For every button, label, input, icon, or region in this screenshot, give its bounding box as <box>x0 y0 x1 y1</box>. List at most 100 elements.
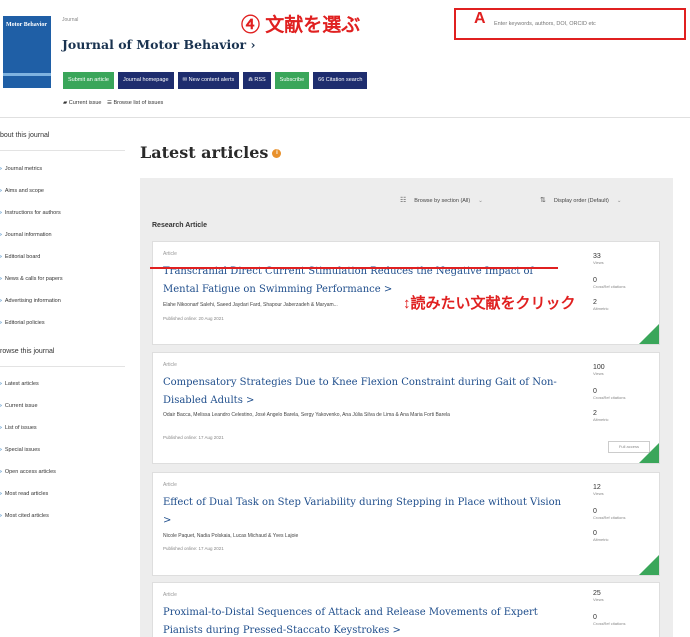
views-metric: 25 Views <box>593 590 653 602</box>
current-issue-link[interactable]: ▰ Current issue <box>63 100 101 106</box>
sort-icon: ⇅ <box>540 197 546 204</box>
journal-homepage-button[interactable]: Journal homepage <box>117 72 174 89</box>
display-order-select[interactable]: ⇅ Display order (Default) ⌄ <box>540 196 622 204</box>
sidebar-item-most-cited[interactable]: › Most cited articles <box>0 510 125 532</box>
about-journal-heading: bout this journal <box>0 132 50 139</box>
content-alerts-button[interactable]: ✉ New content alerts <box>177 72 240 89</box>
citation-search-button[interactable]: 66 Citation search <box>313 72 368 89</box>
views-label: Views <box>593 371 604 376</box>
journal-cover-image[interactable]: Motor Behavior <box>3 16 51 88</box>
views-metric: 12 Views <box>593 484 653 496</box>
crossref-metric: 0 CrossRef citations <box>593 277 653 289</box>
sidebar-item-label: Most read articles <box>4 491 49 497</box>
submit-article-button[interactable]: Submit an article <box>63 72 114 89</box>
sidebar-item-list-of-issues[interactable]: › List of issues <box>0 422 125 444</box>
section-label: Research Article <box>152 222 207 229</box>
article-card: Article Compensatory Strategies Due to K… <box>152 352 660 464</box>
article-title-link[interactable]: Effect of Dual Task on Step Variability … <box>163 494 563 530</box>
altmetric-count: 2 <box>593 299 597 306</box>
article-authors: Nicole Paquet, Nadia Polskaia, Lucas Mic… <box>163 533 299 539</box>
article-title-link[interactable]: Compensatory Strategies Due to Knee Flex… <box>163 374 563 410</box>
chevron-right-icon: › <box>0 320 2 326</box>
browse-issues-link[interactable]: ☰ Browse list of issues <box>107 100 163 106</box>
chevron-right-icon: › <box>0 491 2 497</box>
sidebar-item-special-issues[interactable]: › Special issues <box>0 444 125 466</box>
search-box: A <box>454 8 686 40</box>
sidebar-item-label: Open access articles <box>4 469 56 475</box>
views-label: Views <box>593 597 604 602</box>
views-count: 12 <box>593 484 601 491</box>
sidebar-item-latest-articles[interactable]: › Latest articles <box>0 378 125 400</box>
article-type: Article <box>163 362 177 368</box>
sidebar-item-aims-scope[interactable]: › Aims and scope <box>0 185 125 207</box>
sidebar-item-advertising[interactable]: › Advertising information <box>0 295 125 317</box>
journal-action-buttons: Submit an article Journal homepage ✉ New… <box>63 72 368 89</box>
sidebar-item-label: Current issue <box>4 403 38 409</box>
views-label: Views <box>593 491 604 496</box>
crossref-metric: 0 CrossRef citations <box>593 508 653 520</box>
open-access-corner-icon <box>639 443 659 463</box>
cover-stripe <box>3 73 51 76</box>
step-annotation: ④ 文献を選ぶ <box>241 15 361 36</box>
cover-logo: Motor Behavior <box>6 22 48 28</box>
chevron-right-icon: › <box>250 37 256 52</box>
crossref-label: CrossRef citations <box>593 395 626 400</box>
sidebar-item-label: List of issues <box>4 425 37 431</box>
open-access-corner-icon <box>639 555 659 575</box>
article-type: Article <box>163 251 177 257</box>
article-published-date: Published online: 20 Aug 2021 <box>163 316 224 321</box>
views-count: 25 <box>593 590 601 597</box>
article-title-text: Proximal-to-Distal Sequences of Attack a… <box>163 607 538 636</box>
article-title-text: Effect of Dual Task on Step Variability … <box>163 497 562 508</box>
chevron-right-icon: > <box>383 284 393 295</box>
sidebar-item-open-access[interactable]: › Open access articles <box>0 466 125 488</box>
article-title-link[interactable]: Proximal-to-Distal Sequences of Attack a… <box>163 604 563 637</box>
sidebar-item-label: Journal metrics <box>4 166 43 172</box>
header-divider <box>0 117 690 118</box>
chevron-right-icon: › <box>0 276 2 282</box>
click-hint-annotation: ↕読みたい文献をクリック <box>403 292 576 313</box>
crossref-count: 0 <box>593 277 597 284</box>
browse-by-section-value: Browse by section (All) <box>414 198 471 204</box>
info-icon[interactable]: i <box>272 149 282 158</box>
chevron-right-icon: › <box>0 447 2 453</box>
chevron-right-icon: › <box>0 403 2 409</box>
browse-by-section-select[interactable]: ☷ Browse by section (All) ⌄ <box>400 196 483 204</box>
issue-links: ▰ Current issue ☰ Browse list of issues <box>63 100 167 106</box>
sidebar-item-editorial-policies[interactable]: › Editorial policies <box>0 317 125 339</box>
sidebar-item-journal-information[interactable]: › Journal information <box>0 229 125 251</box>
chevron-down-icon: ⌄ <box>478 198 483 204</box>
article-card: Article Effect of Dual Task on Step Vari… <box>152 472 660 576</box>
sidebar-item-editorial-board[interactable]: › Editorial board <box>0 251 125 273</box>
journal-title-link[interactable]: Journal of Motor Behavior › <box>62 37 256 52</box>
views-count: 100 <box>593 364 605 371</box>
sidebar-item-instructions[interactable]: › Instructions for authors <box>0 207 125 229</box>
page-title: Latest articles i <box>140 143 282 162</box>
altmetric-metric: 2 Altmetric <box>593 410 653 422</box>
chevron-right-icon: > <box>163 515 172 526</box>
crossref-label: CrossRef citations <box>593 515 626 520</box>
crossref-count: 0 <box>593 614 597 621</box>
altmetric-label: Altmetric <box>593 306 609 311</box>
rss-button[interactable]: ⋒ RSS <box>243 72 271 89</box>
altmetric-count: 0 <box>593 530 597 537</box>
search-input[interactable] <box>494 21 679 27</box>
views-metric: 33 Views <box>593 253 653 265</box>
sidebar-item-label: Advertising information <box>4 298 61 304</box>
article-type: Article <box>163 482 177 488</box>
views-label: Views <box>593 260 604 265</box>
sidebar-item-label: Latest articles <box>4 381 39 387</box>
altmetric-metric: 2 Altmetric <box>593 299 653 311</box>
chevron-right-icon: › <box>0 469 2 475</box>
sidebar-item-label: Journal information <box>4 232 52 238</box>
altmetric-label: Altmetric <box>593 537 609 542</box>
search-marker-annotation: A <box>474 10 486 27</box>
sidebar-item-most-read[interactable]: › Most read articles <box>0 488 125 510</box>
article-authors: Odair Bacca, Melissa Leandro Celestino, … <box>163 412 450 418</box>
chevron-right-icon: › <box>0 166 2 172</box>
article-published-date: Published online: 17 Aug 2021 <box>163 546 224 551</box>
sidebar-item-journal-metrics[interactable]: › Journal metrics <box>0 163 125 185</box>
sidebar-item-current-issue[interactable]: › Current issue <box>0 400 125 422</box>
subscribe-button[interactable]: Subscribe <box>274 72 310 89</box>
sidebar-item-news-calls[interactable]: › News & calls for papers <box>0 273 125 295</box>
